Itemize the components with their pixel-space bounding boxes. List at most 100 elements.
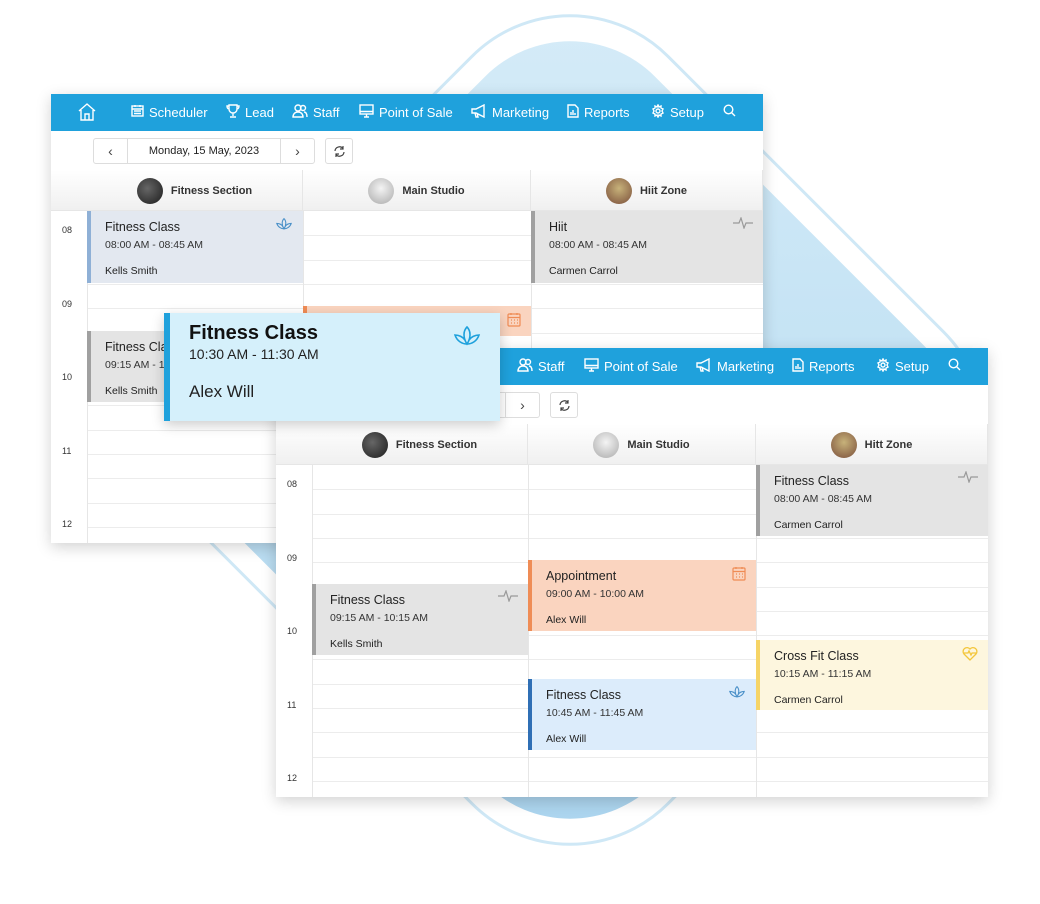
location-avatar: [605, 177, 632, 204]
hour-label: 11: [287, 699, 297, 710]
event-time: 10:45 AM - 11:45 AM: [546, 707, 644, 719]
nav-item-staff[interactable]: Staff: [517, 358, 565, 375]
event-card[interactable]: Appointment 09:00 AM - 10:00 AM Alex Will: [528, 560, 756, 631]
next-day-button[interactable]: ›: [281, 139, 314, 163]
event-card[interactable]: Hiit 08:00 AM - 08:45 AM Carmen Carrol: [531, 211, 763, 283]
location-avatar: [136, 177, 163, 204]
event-title: Fitness Class: [105, 220, 181, 234]
column-header[interactable]: Hitt Zone: [756, 424, 988, 465]
pulse-icon: [498, 589, 518, 605]
nav-item-point-of-sale[interactable]: Point of Sale: [584, 358, 678, 375]
column-title: Fitness Section: [170, 184, 253, 197]
event-time: 08:00 AM - 08:45 AM: [549, 239, 648, 251]
search-icon: [948, 358, 961, 374]
hour-label: 10: [287, 626, 298, 636]
toolbar: ‹ Monday, 15 May, 2023 ›: [51, 131, 763, 170]
popup-instructor: Alex Will: [189, 382, 255, 401]
event-title: Cross Fit Class: [774, 649, 859, 663]
nav-item-label: Marketing: [717, 359, 775, 374]
heart-pulse-icon: [962, 646, 978, 664]
nav-item-label: Lead: [245, 105, 274, 120]
column-title: Main Studio: [402, 184, 465, 197]
grid-line: [312, 756, 988, 758]
home-icon: [77, 102, 97, 125]
event-popup[interactable]: Fitness Class 10:30 AM - 11:30 AM Alex W…: [164, 313, 500, 421]
column-title: Fitness Section: [395, 438, 478, 451]
location-avatar: [593, 431, 620, 458]
gear-icon: [651, 103, 665, 121]
event-instructor: Kells Smith: [105, 265, 158, 277]
column-header[interactable]: Hiit Zone: [531, 170, 763, 211]
location-avatar: [361, 431, 388, 458]
event-title: Appointment: [546, 569, 617, 583]
hour-label: 08: [287, 479, 298, 489]
nav-item-marketing[interactable]: Marketing: [696, 357, 775, 375]
column-header[interactable]: Main Studio: [528, 424, 756, 465]
hour-label: 12: [287, 773, 298, 783]
users-icon: [517, 358, 533, 375]
column-header[interactable]: Main Studio: [303, 170, 531, 211]
nav-item-home[interactable]: [77, 102, 97, 125]
location-avatar: [830, 431, 857, 458]
hour-label: 10: [62, 372, 73, 382]
next-day-button[interactable]: ›: [506, 393, 539, 417]
calendar-icon: [131, 104, 144, 120]
event-time: 10:15 AM - 11:15 AM: [774, 668, 872, 680]
event-time: 08:00 AM - 08:45 AM: [105, 239, 204, 251]
nav-item-reports[interactable]: Reports: [567, 104, 630, 121]
event-time: 09:15 AM - 10:15 AM: [330, 612, 429, 624]
lotus-icon: [728, 685, 746, 702]
event-instructor: Carmen Carrol: [549, 265, 618, 277]
current-date[interactable]: Monday, 15 May, 2023: [127, 139, 281, 163]
nav-item-reports[interactable]: Reports: [792, 358, 855, 375]
nav-item-point-of-sale[interactable]: Point of Sale: [359, 104, 453, 121]
trophy-icon: [226, 104, 240, 121]
event-card[interactable]: Fitness Class 08:00 AM - 08:45 AM Carmen C…: [756, 465, 988, 536]
pulse-icon: [733, 216, 753, 232]
nav-item-setup[interactable]: Setup: [651, 103, 704, 121]
event-title: Fitness Class: [774, 474, 850, 488]
event-instructor: Kells Smith: [330, 638, 383, 650]
report-icon: [567, 104, 579, 121]
column-title: Hitt Zone: [864, 438, 913, 451]
event-instructor: Carmen Carrol: [774, 519, 843, 531]
refresh-button[interactable]: [325, 138, 353, 164]
column-header[interactable]: Fitness Section: [312, 424, 528, 465]
hour-label: 12: [62, 519, 73, 529]
search-icon: [723, 104, 736, 120]
nav-item-label: Setup: [895, 359, 929, 374]
event-card[interactable]: Cross Fit Class 10:15 AM - 11:15 AM Carmen…: [756, 640, 988, 710]
nav-item-staff[interactable]: Staff: [292, 104, 340, 121]
column-title: Hiit Zone: [639, 184, 688, 197]
event-instructor: Alex Will: [546, 614, 587, 626]
event-card[interactable]: Fitness Class 09:15 AM - 10:15 AM Kells Sm…: [312, 584, 528, 655]
nav-item-lead[interactable]: Lead: [226, 104, 274, 121]
nav-item-marketing[interactable]: Marketing: [471, 103, 549, 121]
event-title: Fitness Class: [546, 688, 622, 702]
gear-icon: [876, 357, 890, 375]
lotus-icon: [275, 217, 293, 234]
monitor-icon: [584, 358, 599, 375]
nav-item-label: Reports: [809, 359, 855, 374]
report-icon: [792, 358, 804, 375]
event-time: 09:00 AM - 10:00 AM: [546, 588, 645, 600]
nav-item-scheduler[interactable]: Scheduler: [131, 104, 208, 120]
megaphone-icon: [471, 103, 487, 121]
grid-line: [312, 537, 988, 539]
nav-item-search[interactable]: [723, 104, 736, 120]
refresh-button[interactable]: [550, 392, 578, 418]
hour-label: 09: [62, 298, 73, 309]
hour-label: 09: [287, 552, 298, 563]
calendar-icon: [507, 312, 521, 330]
event-card[interactable]: Fitness Class 08:00 AM - 08:45 AM Kells Sm…: [87, 211, 303, 283]
event-time: 08:00 AM - 08:45 AM: [774, 493, 873, 505]
column-header-row: Fitness Section Main Studio Hiit Zone: [51, 170, 763, 211]
prev-day-button[interactable]: ‹: [94, 139, 127, 163]
event-instructor: Alex Will: [546, 733, 587, 745]
nav-item-setup[interactable]: Setup: [876, 357, 929, 375]
column-header[interactable]: Fitness Section: [87, 170, 303, 211]
lotus-icon: [452, 325, 482, 352]
event-card[interactable]: Fitness Class 10:45 AM - 11:45 AM Alex Wil…: [528, 679, 756, 750]
nav-item-label: Staff: [313, 105, 340, 120]
nav-item-search[interactable]: [948, 358, 961, 374]
